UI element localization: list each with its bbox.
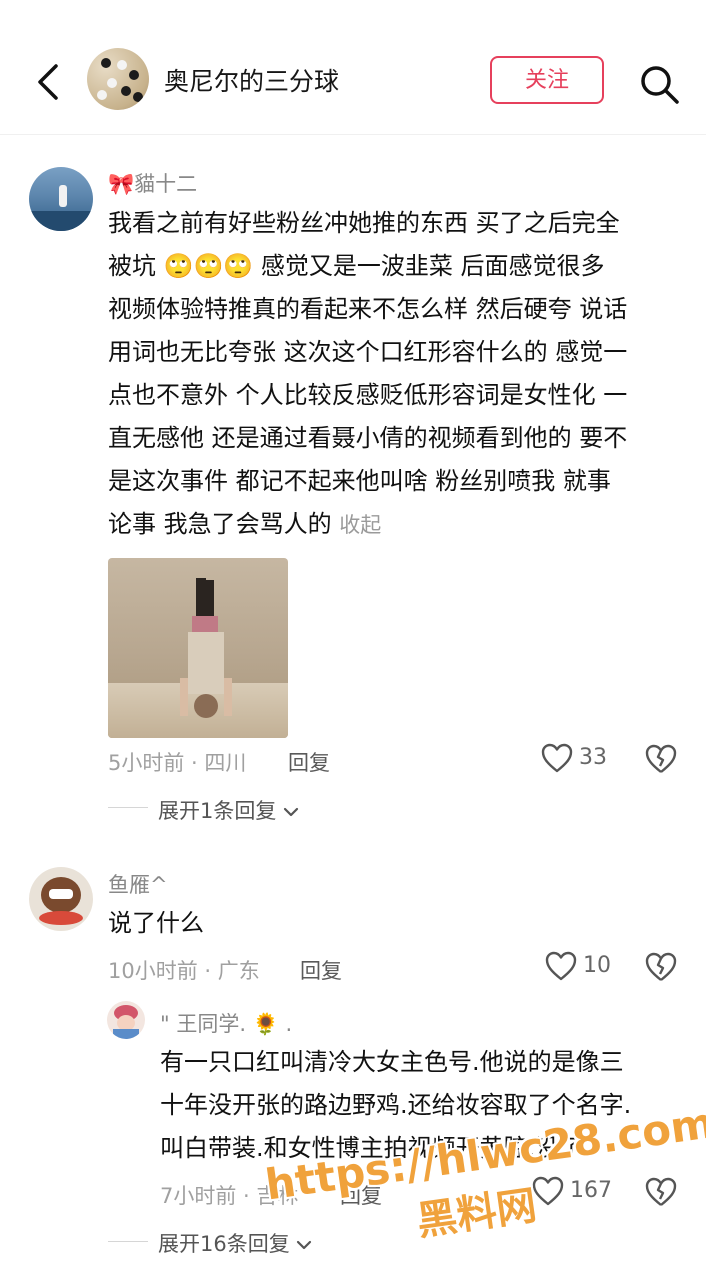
comment-meta: 10小时前 · 广东 [108, 959, 260, 983]
comment-line: 直无感他 还是通过看聂小倩的视频看到他的 要不 [108, 424, 628, 452]
reply-button[interactable]: 回复 [300, 955, 342, 985]
broken-heart-icon[interactable] [645, 952, 677, 982]
divider [108, 1241, 148, 1242]
comment-meta: 5小时前 · 四川 [108, 751, 247, 775]
search-icon[interactable] [638, 63, 680, 105]
reply-author[interactable]: " 王同学. 🌻 . [160, 1008, 292, 1038]
comment-line: 点也不意外 个人比较反感贬低形容词是女性化 一 [108, 381, 628, 409]
chevron-down-icon [283, 807, 299, 817]
expand-replies-button[interactable]: 展开1条回复 [158, 795, 299, 825]
heart-icon [545, 951, 577, 981]
comment-text: 说了什么 [108, 909, 204, 937]
top-bar: 奥尼尔的三分球 关注 [0, 0, 706, 135]
comment-line: 视频体验特推真的看起来不怎么样 然后硬夸 说话 [108, 295, 628, 323]
follow-button[interactable]: 关注 [490, 56, 604, 104]
comment-text: 我看之前有好些粉丝冲她推的东西 买了之后完全 被坑 🙄🙄🙄 感觉又是一波韭菜 后… [108, 202, 698, 547]
divider [108, 807, 148, 808]
comment-line-text: 论事 我急了会骂人的 [108, 510, 332, 538]
author-avatar[interactable] [87, 48, 149, 110]
comment-line: 论事 我急了会骂人的 收起 [108, 503, 698, 547]
broken-heart-icon[interactable] [645, 744, 677, 774]
replier-avatar[interactable] [107, 1001, 145, 1039]
commenter-avatar[interactable] [29, 867, 93, 931]
collapse-link[interactable]: 收起 [339, 513, 381, 537]
comment-line: 用词也无比夸张 这次这个口红形容什么的 感觉一 [108, 338, 628, 366]
comment-author[interactable]: 🎀貓十二 [108, 168, 197, 198]
comment-image[interactable] [108, 558, 288, 738]
page-title[interactable]: 奥尼尔的三分球 [164, 62, 339, 98]
comment-line: 是这次事件 都记不起来他叫啥 粉丝别喷我 就事 [108, 467, 611, 495]
comment-line: 被坑 🙄🙄🙄 感觉又是一波韭菜 后面感觉很多 [108, 252, 605, 280]
like-button[interactable]: 33 [541, 743, 611, 777]
like-count: 10 [583, 953, 611, 978]
expand-replies-label: 展开1条回复 [158, 799, 277, 823]
like-button[interactable]: 10 [545, 951, 615, 985]
comment-author[interactable]: 鱼雁^ [108, 869, 168, 899]
reply-button[interactable]: 回复 [288, 747, 330, 777]
heart-icon [541, 743, 573, 773]
expand-replies-label: 展开16条回复 [158, 1232, 290, 1256]
commenter-avatar[interactable] [29, 167, 93, 231]
chevron-left-icon[interactable] [30, 62, 66, 102]
reply-line: 有一只口红叫清冷大女主色号.他说的是像三 [160, 1048, 624, 1076]
comment-line: 我看之前有好些粉丝冲她推的东西 买了之后完全 [108, 209, 620, 237]
like-count: 33 [579, 745, 607, 770]
